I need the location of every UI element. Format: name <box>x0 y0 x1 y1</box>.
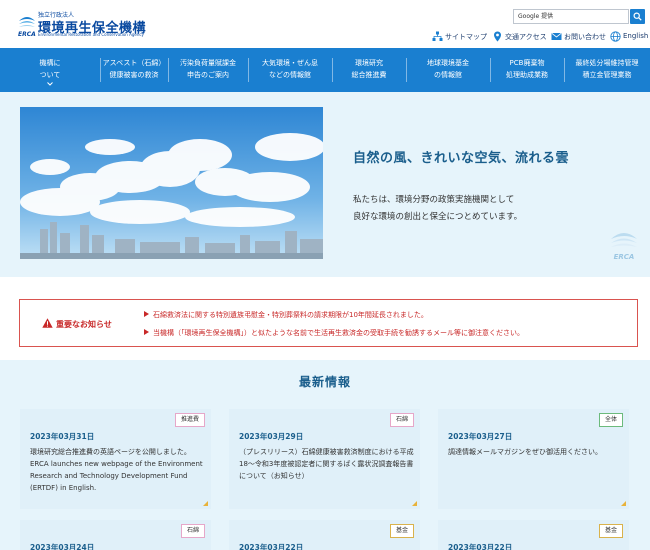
mail-icon <box>551 32 562 40</box>
nav-item-air-asthma[interactable]: 大気環境・ぜん息 などの情報館 <box>248 48 332 92</box>
contact-label: お問い合わせ <box>564 33 606 41</box>
nav-item-research-fund[interactable]: 環境研究 総合推進費 <box>332 48 406 92</box>
nav-label-line2: などの情報館 <box>269 71 311 79</box>
globe-icon <box>610 31 621 42</box>
arrow-right-icon <box>144 311 149 317</box>
news-text: 環境研究総合推進費の英語ページを公開しました。 ERCA launches ne… <box>30 448 203 492</box>
card-corner-marker <box>412 501 417 506</box>
hero-line-2: 良好な環境の創出と保全につとめています。 <box>353 212 523 222</box>
notice-text: 石綿救済法に関する特別遺族弔慰金・特別葬祭料の請求期限が10年間延長されました。 <box>153 311 428 319</box>
news-date: 2023年03月22日 <box>448 543 513 550</box>
hero-line-1: 私たちは、環境分野の政策実施機関として <box>353 195 515 205</box>
news-card[interactable]: 推進費 2023年03月31日 環境研究総合推進費の英語ページを公開しました。 … <box>20 409 211 509</box>
important-notice: 重要なお知らせ 石綿救済法に関する特別遺族弔慰金・特別葬祭料の請求期限が10年間… <box>19 299 638 347</box>
hero-sky-image <box>20 107 323 259</box>
card-corner-marker <box>203 501 208 506</box>
news-card[interactable]: 基金 2023年03月22日 <box>229 520 420 550</box>
news-category-tag: 石綿 <box>389 413 414 427</box>
nav-label-line1: 最終処分場維持管理 <box>575 59 639 67</box>
nav-label-line1: 環境研究 <box>355 59 383 67</box>
nav-label-line2: 総合推進費 <box>351 71 387 79</box>
nav-item-landfill[interactable]: 最終処分場維持管理 積立金管理業務 <box>564 48 650 92</box>
hero-section: 自然の風、きれいな空気、流れる雲 私たちは、環境分野の政策実施機関として 良好な… <box>0 92 650 277</box>
sitemap-icon <box>432 31 443 41</box>
hero-title: 自然の風、きれいな空気、流れる雲 <box>353 151 570 166</box>
nav-label-line1: アスベスト（石綿） <box>102 59 166 67</box>
news-date: 2023年03月24日 <box>30 543 95 550</box>
card-corner-marker <box>621 501 626 506</box>
erca-wave-icon <box>611 233 637 247</box>
nav-label-line2: 申告のご案内 <box>187 71 229 79</box>
nav-label-line1: 大気環境・ぜん息 <box>262 59 318 67</box>
nav-label-line2: 積立金管理業務 <box>582 71 632 79</box>
search-button[interactable] <box>630 9 645 24</box>
access-label: 交通アクセス <box>505 33 547 41</box>
hero-description: 私たちは、環境分野の政策実施機関として 良好な環境の創出と保全につとめています。 <box>353 192 522 226</box>
org-english-name: Environmental Restoration and Conservati… <box>38 32 144 37</box>
nav-item-pollution-levy[interactable]: 汚染負荷量賦課金 申告のご案内 <box>168 48 248 92</box>
news-category-tag: 基金 <box>389 524 414 538</box>
news-date: 2023年03月31日 <box>30 432 95 441</box>
news-card[interactable]: 石綿 2023年03月24日 <box>20 520 211 550</box>
latest-news-title: 最新情報 <box>298 375 351 389</box>
news-category-tag: 基金 <box>598 524 623 538</box>
main-nav: 機構に ついて アスベスト（石綿） 健康被害の救済 汚染負荷量賦課金 申告のご案… <box>0 48 650 92</box>
news-card[interactable]: 基金 2023年03月22日 <box>438 520 629 550</box>
english-label: English <box>623 32 649 40</box>
nav-label-line2: の情報館 <box>434 71 462 79</box>
org-abbr: ERCA <box>18 31 36 38</box>
nav-item-about[interactable]: 機構に ついて <box>0 48 100 92</box>
nav-label-line1: 地球環境基金 <box>427 59 469 67</box>
search-icon <box>633 12 642 21</box>
nav-label-line1: 機構に <box>39 59 61 67</box>
erca-logo-icon <box>19 17 35 27</box>
nav-label-line1: 汚染負荷量賦課金 <box>180 59 236 67</box>
nav-label-line2: 健康被害の救済 <box>109 71 159 79</box>
nav-item-asbestos[interactable]: アスベスト（石綿） 健康被害の救済 <box>100 48 168 92</box>
chevron-down-icon <box>47 82 53 86</box>
site-header: 独立行政法人 環境再生保全機構 ERCA Environmental Resto… <box>0 0 650 48</box>
erca-watermark-text: ERCA <box>613 253 635 261</box>
news-card[interactable]: 石綿 2023年03月29日 （プレスリリース）石綿健康被害救済制度における平成… <box>229 409 420 509</box>
erca-watermark: ERCA <box>610 227 638 261</box>
nav-label-line1: PCB廃棄物 <box>509 59 545 67</box>
news-category-tag: 全体 <box>598 413 623 427</box>
nav-label-line2: ついて <box>39 71 61 79</box>
news-category-tag: 推進費 <box>174 413 205 427</box>
news-card[interactable]: 全体 2023年03月27日 調達情報メールマガジンをぜひ御活用ください。 <box>438 409 629 509</box>
notice-text: 当機構（「環境再生保全機構」）と似たような名前で生活再生救済金の受取手続を勧誘す… <box>153 329 524 337</box>
nav-label-line2: 処理助成業務 <box>506 71 548 79</box>
map-pin-icon <box>494 31 501 42</box>
nav-item-global-fund[interactable]: 地球環境基金 の情報館 <box>406 48 490 92</box>
arrow-right-icon <box>144 329 149 335</box>
news-text: 調達情報メールマガジンをぜひ御活用ください。 <box>448 448 602 456</box>
news-date: 2023年03月29日 <box>239 432 304 441</box>
search-input[interactable]: Google 提供 <box>513 9 629 24</box>
news-date: 2023年03月27日 <box>448 432 513 441</box>
notice-heading-label: 重要なお知らせ <box>56 320 112 329</box>
site-logo[interactable]: 独立行政法人 環境再生保全機構 ERCA Environmental Resto… <box>18 10 146 38</box>
nav-item-pcb[interactable]: PCB廃棄物 処理助成業務 <box>490 48 564 92</box>
sitemap-label: サイトマップ <box>445 33 487 41</box>
warning-icon <box>42 318 53 328</box>
news-category-tag: 石綿 <box>180 524 205 538</box>
news-date: 2023年03月22日 <box>239 543 304 550</box>
news-text: （プレスリリース）石綿健康被害救済制度における平成18〜令和3年度被認定者に関す… <box>239 448 414 480</box>
